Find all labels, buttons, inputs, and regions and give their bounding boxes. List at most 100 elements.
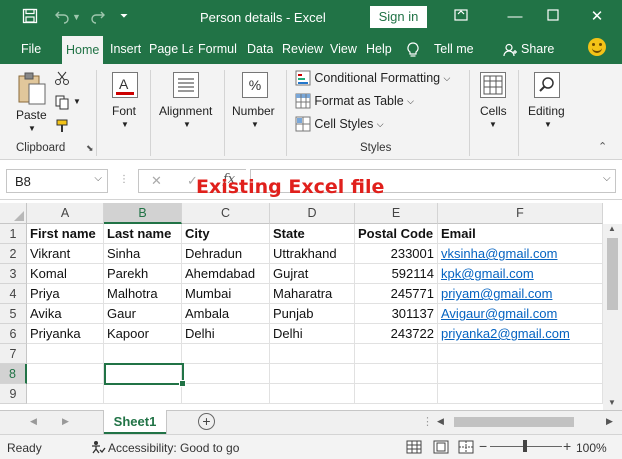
table-cell[interactable]: Mumbai <box>182 284 270 304</box>
zoom-out-icon[interactable]: − <box>479 438 487 454</box>
page-break-view-icon[interactable] <box>458 440 474 457</box>
expand-formula-bar-icon[interactable]: ⌵ <box>603 173 611 184</box>
empty-cell[interactable] <box>355 344 438 364</box>
table-cell[interactable]: priyam@gmail.com <box>438 284 603 304</box>
row-header-1[interactable]: 1 <box>0 224 27 244</box>
scroll-down-icon[interactable]: ▼ <box>608 398 616 407</box>
tab-help[interactable]: Help <box>366 34 392 64</box>
row-header-3[interactable]: 3 <box>0 264 27 284</box>
tell-me-search[interactable]: Tell me <box>434 34 474 64</box>
active-cell-selection[interactable] <box>104 363 186 387</box>
empty-cell[interactable] <box>104 344 182 364</box>
paste-button[interactable]: Paste ▼ <box>14 70 48 133</box>
table-cell[interactable]: priyanka2@gmail.com <box>438 324 603 344</box>
add-sheet-icon[interactable]: + <box>198 413 215 430</box>
tab-page-layout[interactable]: Page La <box>149 34 193 64</box>
table-cell[interactable]: Gaur <box>104 304 182 324</box>
empty-cell[interactable] <box>182 344 270 364</box>
table-header-cell[interactable]: Last name <box>104 224 182 244</box>
empty-cell[interactable] <box>438 384 603 404</box>
name-box-dropdown-icon[interactable]: ⌵ <box>94 173 102 184</box>
table-cell[interactable]: Parekh <box>104 264 182 284</box>
redo-icon[interactable] <box>90 8 106 26</box>
table-cell[interactable]: Avigaur@gmail.com <box>438 304 603 324</box>
tab-formulas[interactable]: Formul <box>198 34 238 64</box>
name-box[interactable]: B8 ⌵ <box>6 169 108 193</box>
column-header-f[interactable]: F <box>438 203 603 224</box>
tab-home[interactable]: Home <box>62 36 104 64</box>
empty-cell[interactable] <box>438 344 603 364</box>
table-cell[interactable]: Dehradun <box>182 244 270 264</box>
tab-split-grip-icon[interactable]: ⋮ <box>422 415 433 428</box>
close-icon[interactable]: ✕ <box>582 6 612 28</box>
table-cell[interactable]: Sinha <box>104 244 182 264</box>
table-cell[interactable]: Vikrant <box>27 244 104 264</box>
accessibility-icon[interactable] <box>90 440 106 457</box>
maximize-icon[interactable] <box>538 6 568 28</box>
table-cell[interactable]: Ambala <box>182 304 270 324</box>
vertical-scroll-thumb[interactable] <box>607 238 618 310</box>
table-cell[interactable]: Delhi <box>182 324 270 344</box>
hscroll-left-icon[interactable]: ◀ <box>437 416 444 427</box>
cut-icon[interactable] <box>54 70 70 86</box>
undo-dropdown-icon[interactable]: ▼ <box>72 8 81 26</box>
select-all-corner[interactable] <box>0 203 27 224</box>
column-header-c[interactable]: C <box>182 203 270 224</box>
table-cell[interactable]: Ahemdabad <box>182 264 270 284</box>
feedback-smiley-icon[interactable] <box>588 38 606 56</box>
table-cell[interactable]: Uttrakhand <box>270 244 355 264</box>
tab-review[interactable]: Review <box>282 34 323 64</box>
tab-data[interactable]: Data <box>247 34 273 64</box>
row-header-6[interactable]: 6 <box>0 324 27 344</box>
vertical-scrollbar[interactable]: ▲ ▼ <box>603 224 622 410</box>
table-cell[interactable]: Malhotra <box>104 284 182 304</box>
conditional-formatting-button[interactable]: Conditional Formatting ⌵ <box>295 70 450 88</box>
table-header-cell[interactable]: State <box>270 224 355 244</box>
empty-cell[interactable] <box>270 344 355 364</box>
table-cell[interactable]: Punjab <box>270 304 355 324</box>
table-cell[interactable]: Priyanka <box>27 324 104 344</box>
column-header-e[interactable]: E <box>355 203 438 224</box>
empty-cell[interactable] <box>27 344 104 364</box>
tab-file[interactable]: File <box>21 34 41 64</box>
page-layout-view-icon[interactable] <box>433 440 449 457</box>
empty-cell[interactable] <box>355 384 438 404</box>
table-cell[interactable]: Delhi <box>270 324 355 344</box>
row-header-2[interactable]: 2 <box>0 244 27 264</box>
cells-dropdown-icon[interactable]: ▼ <box>489 120 497 129</box>
tab-view[interactable]: View <box>330 34 357 64</box>
cancel-entry-icon[interactable]: ✕ <box>151 173 162 189</box>
zoom-slider[interactable] <box>490 440 562 452</box>
number-dropdown-icon[interactable]: ▼ <box>251 120 259 129</box>
format-as-table-button[interactable]: Format as Table ⌵ <box>295 93 414 111</box>
empty-cell[interactable] <box>270 384 355 404</box>
column-header-d[interactable]: D <box>270 203 355 224</box>
font-button[interactable]: A Font ▼ <box>108 72 142 129</box>
table-cell[interactable]: 233001 <box>355 244 438 264</box>
copy-dropdown-icon[interactable]: ▼ <box>73 97 81 106</box>
undo-icon[interactable] <box>54 8 70 26</box>
format-painter-icon[interactable] <box>54 118 70 134</box>
ribbon-display-options-icon[interactable] <box>446 6 476 28</box>
collapse-ribbon-icon[interactable]: ⌃ <box>598 140 607 153</box>
table-cell[interactable]: 245771 <box>355 284 438 304</box>
zoom-in-icon[interactable]: + <box>563 438 571 454</box>
hscroll-right-icon[interactable]: ▶ <box>606 416 613 427</box>
table-header-cell[interactable]: Postal Code <box>355 224 438 244</box>
alignment-dropdown-icon[interactable]: ▼ <box>183 120 191 129</box>
paste-dropdown-icon[interactable]: ▼ <box>28 124 36 133</box>
table-cell[interactable]: Komal <box>27 264 104 284</box>
row-header-4[interactable]: 4 <box>0 284 27 304</box>
scroll-up-icon[interactable]: ▲ <box>608 224 616 233</box>
table-cell[interactable]: 243722 <box>355 324 438 344</box>
table-cell[interactable]: Avika <box>27 304 104 324</box>
sheet-tab-sheet1[interactable]: Sheet1 <box>104 410 166 435</box>
table-cell[interactable]: Priya <box>27 284 104 304</box>
table-cell[interactable]: Kapoor <box>104 324 182 344</box>
tab-insert[interactable]: Insert <box>110 34 141 64</box>
sheet-prev-icon[interactable]: ◀ <box>30 416 37 427</box>
empty-cell[interactable] <box>270 364 355 384</box>
formula-bar-grip-icon[interactable]: ⋮ <box>119 174 129 185</box>
normal-view-icon[interactable] <box>406 440 422 457</box>
empty-cell[interactable] <box>438 364 603 384</box>
